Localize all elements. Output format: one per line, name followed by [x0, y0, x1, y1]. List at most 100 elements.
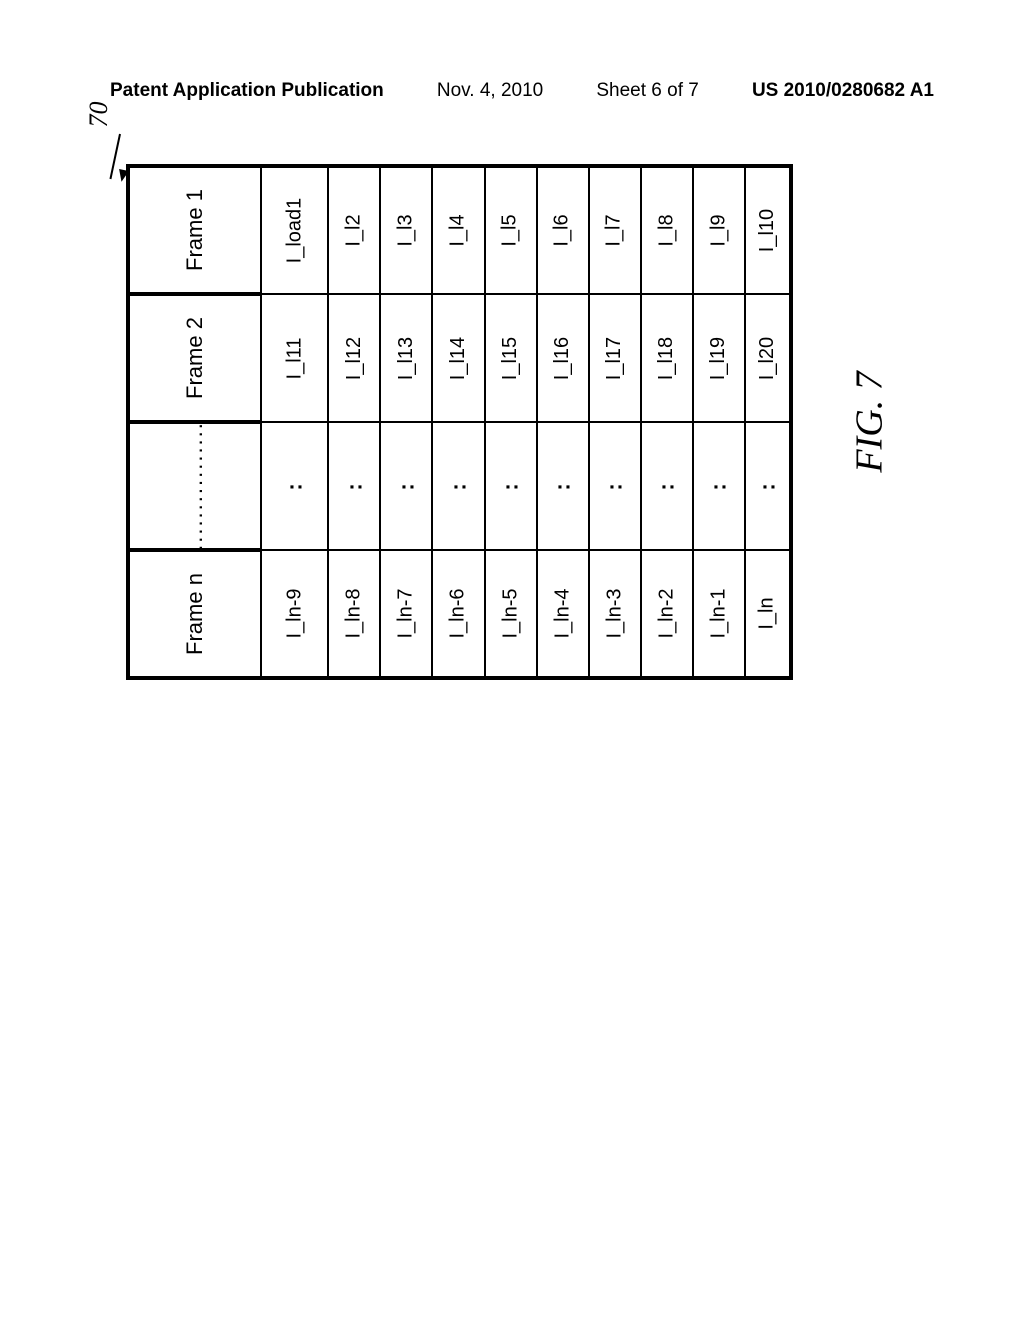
- table-cell: I_l11: [261, 294, 329, 422]
- cell-label: I_l5: [499, 214, 522, 246]
- cell-label: :: [754, 481, 780, 490]
- table-cell: I_ln: [745, 550, 791, 678]
- row-header-label: Frame 2: [182, 317, 208, 399]
- cell-label: :: [341, 481, 367, 490]
- table-cell: I_l2: [328, 166, 380, 294]
- cell-label: I_l17: [603, 336, 626, 379]
- table-row: Frame 2 I_l11 I_l12 I_l13 I_l14 I_l15 I_…: [128, 294, 791, 422]
- cell-label: :: [550, 481, 576, 490]
- table-cell: I_ln-4: [537, 550, 589, 678]
- figure-area: 70 Frame 1 I_load1 I_l2 I_l3 I_l4 I_l5 I…: [126, 164, 898, 680]
- cell-label: I_l18: [655, 336, 678, 379]
- cell-label: I_ln-7: [395, 588, 418, 638]
- table-cell: :: [432, 422, 484, 550]
- table-cell: I_ln-6: [432, 550, 484, 678]
- table-cell: I_ln-8: [328, 550, 380, 678]
- row-header-label: Frame 1: [182, 189, 208, 271]
- table-cell: I_load1: [261, 166, 329, 294]
- table-cell: I_ln-3: [589, 550, 641, 678]
- cell-label: :: [602, 481, 628, 490]
- table-cell: I_l17: [589, 294, 641, 422]
- cell-label: :: [654, 481, 680, 490]
- table-cell: I_l10: [745, 166, 791, 294]
- reference-number: 70: [84, 60, 174, 180]
- table-cell: I_ln-9: [261, 550, 329, 678]
- table-cell: I_l19: [693, 294, 745, 422]
- table-cell: I_l9: [693, 166, 745, 294]
- cell-label: I_ln-9: [283, 588, 306, 638]
- cell-label: :: [445, 481, 471, 490]
- table-cell: I_l13: [380, 294, 432, 422]
- table-cell: :: [641, 422, 693, 550]
- row-header: Frame n: [128, 550, 261, 678]
- table-row: ................ : : : : : : : : : :: [128, 422, 791, 550]
- cell-label: I_ln-2: [655, 588, 678, 638]
- cell-label: I_ln-1: [707, 588, 730, 638]
- table-wrapper: 70 Frame 1 I_load1 I_l2 I_l3 I_l4 I_l5 I…: [126, 164, 793, 680]
- cell-label: I_load1: [283, 198, 306, 264]
- cell-label: :: [282, 481, 308, 490]
- table-cell: :: [261, 422, 329, 550]
- cell-label: I_l15: [499, 336, 522, 379]
- table-cell: I_ln-7: [380, 550, 432, 678]
- row-header-label: Frame n: [182, 573, 208, 655]
- header-date: Nov. 4, 2010: [437, 80, 543, 102]
- table-cell: I_ln-2: [641, 550, 693, 678]
- row-header: Frame 2: [128, 294, 261, 422]
- row-header: Frame 1: [128, 166, 261, 294]
- table-cell: I_l8: [641, 166, 693, 294]
- table-cell: I_l5: [485, 166, 537, 294]
- cell-label: I_ln-4: [551, 588, 574, 638]
- table-cell: I_l12: [328, 294, 380, 422]
- table-cell: :: [693, 422, 745, 550]
- cell-label: I_l10: [756, 209, 779, 252]
- frame-table: Frame 1 I_load1 I_l2 I_l3 I_l4 I_l5 I_l6…: [126, 164, 793, 680]
- table-row: Frame n I_ln-9 I_ln-8 I_ln-7 I_ln-6 I_ln…: [128, 550, 791, 678]
- cell-label: I_l12: [343, 336, 366, 379]
- table-row: Frame 1 I_load1 I_l2 I_l3 I_l4 I_l5 I_l6…: [128, 166, 791, 294]
- cell-label: I_ln: [756, 597, 779, 629]
- table-cell: :: [745, 422, 791, 550]
- header-sheet: Sheet 6 of 7: [596, 80, 698, 102]
- table-cell: :: [589, 422, 641, 550]
- figure-caption: FIG. 7: [848, 371, 892, 472]
- cell-label: I_l3: [395, 214, 418, 246]
- cell-label: I_l13: [395, 336, 418, 379]
- table-cell: I_l16: [537, 294, 589, 422]
- row-header: ................: [128, 422, 261, 550]
- table-cell: I_l7: [589, 166, 641, 294]
- cell-label: I_l4: [447, 214, 470, 246]
- cell-label: I_l16: [551, 336, 574, 379]
- cell-label: I_l2: [343, 214, 366, 246]
- table-cell: :: [380, 422, 432, 550]
- cell-label: I_l9: [707, 214, 730, 246]
- table-cell: I_l18: [641, 294, 693, 422]
- table-cell: :: [328, 422, 380, 550]
- table-cell: I_ln-1: [693, 550, 745, 678]
- table-cell: I_l3: [380, 166, 432, 294]
- cell-label: I_l14: [447, 336, 470, 379]
- row-header-label: ................: [182, 421, 208, 551]
- cell-label: I_ln-8: [343, 588, 366, 638]
- table-cell: I_l20: [745, 294, 791, 422]
- table-cell: I_l15: [485, 294, 537, 422]
- cell-label: I_ln-3: [603, 588, 626, 638]
- table-cell: :: [485, 422, 537, 550]
- cell-label: :: [706, 481, 732, 490]
- cell-label: I_l7: [603, 214, 626, 246]
- table-cell: I_l4: [432, 166, 484, 294]
- cell-label: I_l20: [756, 336, 779, 379]
- cell-label: I_l11: [283, 337, 306, 379]
- cell-label: I_l8: [655, 214, 678, 246]
- header-docnum: US 2010/0280682 A1: [752, 80, 934, 102]
- cell-label: I_l19: [707, 336, 730, 379]
- reference-number-value: 70: [84, 102, 113, 128]
- cell-label: :: [393, 481, 419, 490]
- cell-label: I_ln-6: [447, 588, 470, 638]
- table-cell: I_ln-5: [485, 550, 537, 678]
- cell-label: I_l6: [551, 214, 574, 246]
- table-cell: I_l6: [537, 166, 589, 294]
- cell-label: I_ln-5: [499, 588, 522, 638]
- cell-label: :: [498, 481, 524, 490]
- table-cell: :: [537, 422, 589, 550]
